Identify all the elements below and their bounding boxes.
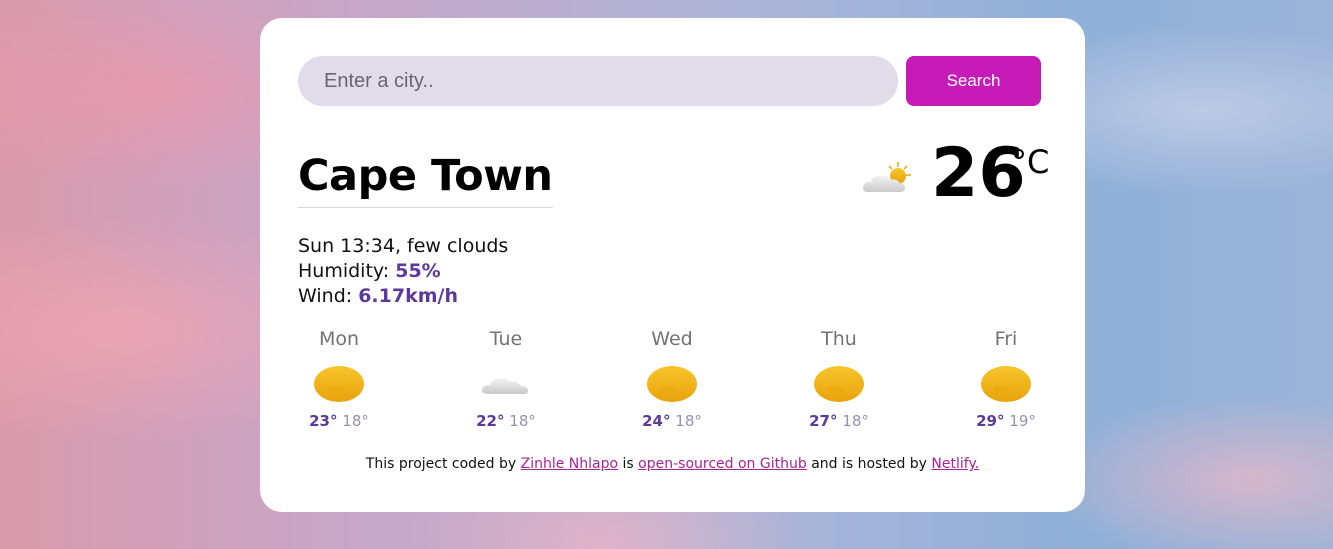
github-link[interactable]: open-sourced on Github [638,456,807,472]
author-link[interactable]: Zinhle Nhlapo [521,456,618,472]
city-name: Cape Town [298,151,553,208]
humidity-value: 55% [395,260,441,282]
wind-value: 6.17km/h [358,285,458,307]
footer-text: is [618,456,639,472]
netlify-link[interactable]: Netlify. [931,456,979,472]
datetime-description: Sun 13:34, few clouds [298,235,509,257]
forecast-max: 24° [642,412,671,430]
weather-card: Search Cape Town Sun 13:34, few clouds H… [260,18,1085,512]
forecast-day: Tue 22° 18° [446,328,566,430]
footer-text: and is hosted by [806,456,932,472]
wind-row: Wind: 6.17km/h [298,284,508,309]
sun-icon [981,366,1031,402]
footer: This project coded by Zinhle Nhlapo is o… [260,456,1085,472]
humidity-label: Humidity: [298,260,396,282]
forecast-temps: 23° 18° [279,412,399,430]
sun-icon [314,366,364,402]
forecast-day-name: Tue [489,328,523,350]
humidity-row: Humidity: 55% [298,259,508,284]
forecast-day-name: Thu [821,328,857,350]
sun-icon [647,366,697,402]
temperature-unit[interactable]: °C [1011,143,1049,181]
forecast-day-name: Wed [651,328,693,350]
forecast-temps: 22° 18° [446,412,566,430]
forecast-min: 19° [1009,412,1036,430]
forecast-min: 18° [509,412,536,430]
forecast-day: Mon 23° 18° [279,328,399,430]
forecast-temps: 27° 18° [779,412,899,430]
search-input[interactable] [298,56,898,106]
forecast-min: 18° [842,412,869,430]
footer-text: This project coded by [365,456,521,472]
wind-label: Wind: [298,285,359,307]
forecast-temps: 24° 18° [612,412,732,430]
forecast: Mon 23° 18° Tue 22° 18° Wed 24° 18° Thu [260,328,1085,438]
cloud-icon [481,378,528,394]
forecast-day: Wed 24° 18° [612,328,732,430]
forecast-day: Fri 29° 19° [946,328,1066,430]
few-clouds-icon [862,162,911,192]
sun-icon [814,366,864,402]
current-details: Sun 13:34, few clouds Humidity: 55% Wind… [298,234,508,309]
forecast-min: 18° [675,412,702,430]
forecast-temps: 29° 19° [946,412,1066,430]
forecast-max: 29° [976,412,1005,430]
forecast-max: 23° [309,412,338,430]
forecast-day: Thu 27° 18° [779,328,899,430]
forecast-min: 18° [342,412,369,430]
forecast-max: 27° [809,412,838,430]
forecast-max: 22° [476,412,505,430]
forecast-day-name: Mon [318,328,360,350]
forecast-day-name: Fri [994,328,1018,350]
search-button[interactable]: Search [906,56,1041,106]
